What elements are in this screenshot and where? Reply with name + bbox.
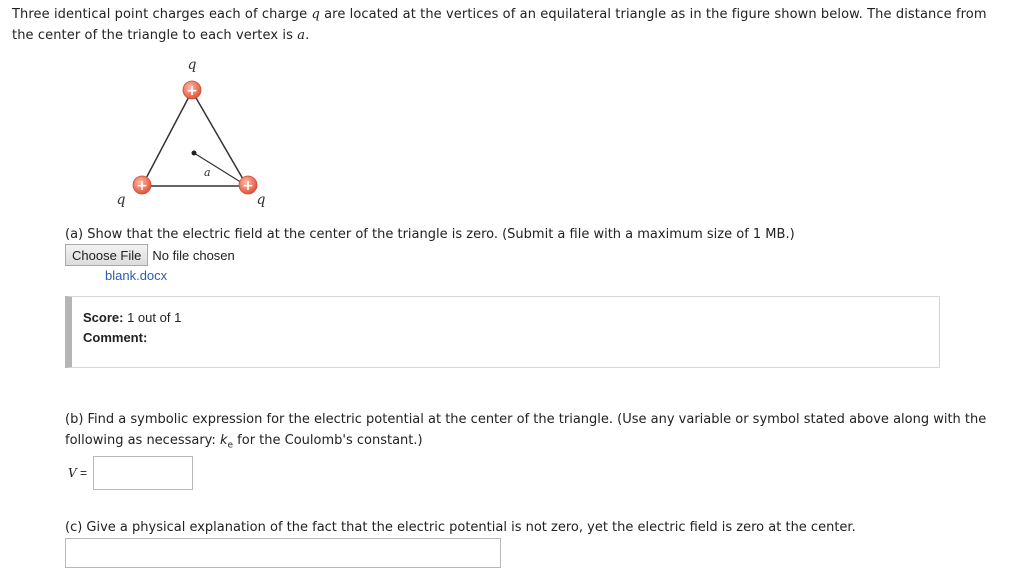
top-charge: + xyxy=(182,80,202,100)
left-charge-sign: + xyxy=(136,178,148,194)
part-c-answer-input[interactable] xyxy=(65,538,501,568)
triangle-side-left xyxy=(141,90,193,187)
part-b-text-2: for the Coulomb's constant.) xyxy=(233,433,423,448)
comment-label: Comment: xyxy=(83,330,148,345)
score-value: 1 out of 1 xyxy=(127,310,182,325)
part-b-text-1: (b) Find a symbolic expression for the e… xyxy=(65,412,987,448)
score-line: Score: 1 out of 1 xyxy=(83,310,181,325)
center-point xyxy=(191,150,197,156)
top-charge-sign: + xyxy=(186,83,198,99)
score-panel: Score: 1 out of 1 Comment: xyxy=(65,296,940,368)
comment-line: Comment: xyxy=(83,330,147,345)
distance-label: a xyxy=(204,166,211,179)
intro-text-end: . xyxy=(305,28,310,43)
intro-text-1: Three identical point charges each of ch… xyxy=(12,7,312,22)
v-symbol: V xyxy=(68,466,77,480)
uploaded-file-link[interactable]: blank.docx xyxy=(105,268,167,283)
right-charge-sign: + xyxy=(242,178,254,194)
v-answer-row: V = xyxy=(68,456,194,490)
right-charge: + xyxy=(238,175,258,195)
part-a-question: (a) Show that the electric field at the … xyxy=(65,227,795,242)
v-answer-input[interactable] xyxy=(93,456,194,490)
no-file-status: No file chosen xyxy=(152,247,235,263)
file-upload: Choose File No file chosen xyxy=(65,244,235,266)
left-charge-label: q xyxy=(117,192,126,208)
score-label: Score: xyxy=(83,310,124,325)
triangle-side-right xyxy=(191,90,248,187)
v-label: V = xyxy=(68,466,87,480)
intro-q-symbol: q xyxy=(311,7,320,22)
part-c-question: (c) Give a physical explanation of the f… xyxy=(65,520,856,535)
left-charge: + xyxy=(132,175,152,195)
top-charge-label: q xyxy=(188,57,197,73)
choose-file-button[interactable]: Choose File xyxy=(65,244,149,266)
question-intro: Three identical point charges each of ch… xyxy=(12,4,1012,46)
right-charge-label: q xyxy=(257,192,266,208)
triangle-figure: a + + + q q q xyxy=(117,57,266,208)
part-b-question: (b) Find a symbolic expression for the e… xyxy=(65,409,1010,457)
v-equals: = xyxy=(76,466,88,480)
intro-a-symbol: a xyxy=(297,28,306,43)
distance-line xyxy=(193,152,248,187)
